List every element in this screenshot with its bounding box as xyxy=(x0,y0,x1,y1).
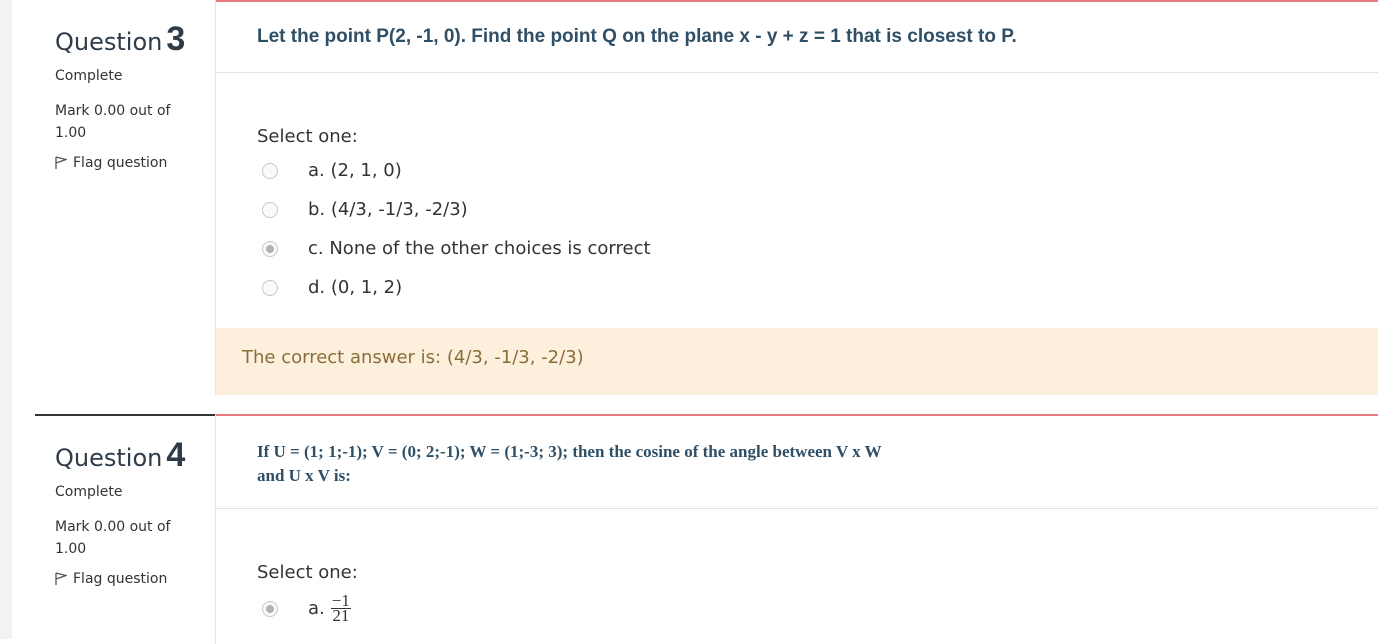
question-number: Question 4 xyxy=(55,436,185,475)
radio-button-selected[interactable] xyxy=(262,240,278,257)
question-info: Question 3 Complete Mark 0.00 out of 1.00… xyxy=(35,0,215,396)
option-label: a. (2, 1, 0) xyxy=(308,160,402,181)
question-text: Let the point P(2, -1, 0). Find the poin… xyxy=(257,26,1017,47)
option-label: c. None of the other choices is correct xyxy=(308,238,651,259)
question-divider xyxy=(216,72,1378,73)
radio-button-selected[interactable] xyxy=(262,600,278,617)
question-label: Question xyxy=(55,28,163,56)
question-state: Complete xyxy=(55,68,123,84)
option-label: d. (0, 1, 2) xyxy=(308,277,403,298)
answer-option-d[interactable]: d. (0, 1, 2) xyxy=(262,277,402,298)
correct-answer-text: The correct answer is: (4/3, -1/3, -2/3) xyxy=(242,347,584,368)
question-grade: Mark 0.00 out of 1.00 xyxy=(55,519,171,557)
question-label: Question xyxy=(55,444,163,472)
fraction-denominator: 21 xyxy=(332,606,350,625)
select-one-label: Select one: xyxy=(257,562,358,583)
option-label: b. (4/3, -1/3, -2/3) xyxy=(308,199,468,220)
flag-question-label: Flag question xyxy=(73,155,168,171)
answer-option-a[interactable]: a. −1 21 xyxy=(262,592,351,625)
question-text: If U = (1; 1;-1); V = (0; 2;-1); W = (1;… xyxy=(257,440,1017,488)
fraction: −1 21 xyxy=(330,592,351,625)
feedback-box: The correct answer is: (4/3, -1/3, -2/3) xyxy=(216,328,1378,395)
flag-question-button[interactable]: Flag question xyxy=(55,155,167,171)
answer-option-a[interactable]: a. (2, 1, 0) xyxy=(262,160,402,181)
answer-option-b[interactable]: b. (4/3, -1/3, -2/3) xyxy=(262,199,468,220)
radio-button[interactable] xyxy=(262,162,278,179)
question-top-border xyxy=(216,414,1378,416)
flag-icon xyxy=(55,156,69,170)
question-info: Question 4 Complete Mark 0.00 out of 1.00… xyxy=(35,414,215,644)
select-one-label: Select one: xyxy=(257,126,358,147)
question-text-line: and U x V is: xyxy=(257,466,351,485)
question-divider xyxy=(216,508,1378,509)
question-content: If U = (1; 1;-1); V = (0; 2;-1); W = (1;… xyxy=(215,414,1378,644)
flag-question-label: Flag question xyxy=(73,571,168,587)
question-number-value: 4 xyxy=(166,436,186,474)
question-top-border xyxy=(216,0,1378,2)
question-state: Complete xyxy=(55,484,123,500)
question-number-value: 3 xyxy=(166,20,186,58)
radio-button[interactable] xyxy=(262,279,278,296)
answer-option-c[interactable]: c. None of the other choices is correct xyxy=(262,238,651,259)
question-3: Question 3 Complete Mark 0.00 out of 1.00… xyxy=(35,0,1378,396)
question-number: Question 3 xyxy=(55,20,185,59)
flag-icon xyxy=(55,572,69,586)
question-grade: Mark 0.00 out of 1.00 xyxy=(55,103,171,141)
left-gutter xyxy=(0,0,12,639)
flag-question-button[interactable]: Flag question xyxy=(55,571,167,587)
question-4: Question 4 Complete Mark 0.00 out of 1.00… xyxy=(35,414,1378,644)
question-content: Let the point P(2, -1, 0). Find the poin… xyxy=(215,0,1378,396)
radio-button[interactable] xyxy=(262,201,278,218)
question-text-line: If U = (1; 1;-1); V = (0; 2;-1); W = (1;… xyxy=(257,442,882,461)
option-prefix: a. xyxy=(308,598,325,619)
